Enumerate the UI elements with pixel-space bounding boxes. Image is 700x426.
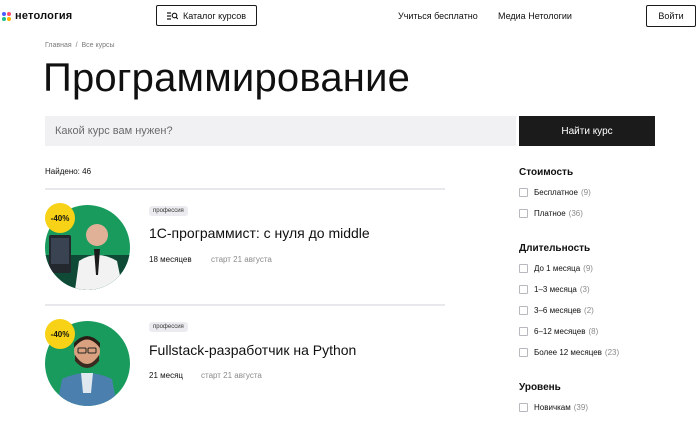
course-start: старт 21 августа	[211, 255, 272, 264]
filter-heading-level: Уровень	[519, 382, 561, 393]
filter-option-count: (3)	[579, 285, 590, 294]
filter-option-paid[interactable]: Платное (36)	[519, 209, 583, 218]
course-title[interactable]: 1С-программист: с нуля до middle	[149, 225, 370, 241]
filter-option-count: (9)	[583, 264, 593, 273]
course-duration: 18 месяцев	[149, 255, 192, 264]
filter-option-label: Платное	[534, 209, 566, 218]
catalog-button-label: Каталог курсов	[182, 10, 247, 21]
divider	[45, 188, 445, 190]
search-input[interactable]	[45, 116, 516, 146]
filter-option-beginners[interactable]: Новичкам (39)	[519, 403, 588, 412]
filter-option-count: (39)	[573, 403, 588, 412]
breadcrumb-home[interactable]: Главная	[45, 42, 72, 49]
logo-dot	[2, 16, 6, 21]
logo-mark-icon	[2, 11, 11, 21]
filter-option-count: (36)	[568, 209, 583, 218]
course-tag: профессия	[149, 322, 188, 332]
filter-list-icon	[166, 11, 178, 20]
filter-option-3-6-months[interactable]: 3–6 месяцев (2)	[519, 306, 594, 315]
results-count: Найдено: 46	[45, 167, 92, 176]
filter-option-label: Бесплатное	[534, 188, 578, 197]
course-card[interactable]: -40% профессия 1С-программист: с нуля до…	[45, 200, 445, 310]
search-button[interactable]: Найти курс	[519, 116, 655, 146]
breadcrumb-separator: /	[75, 42, 78, 49]
checkbox[interactable]	[519, 264, 528, 273]
checkbox[interactable]	[519, 209, 528, 218]
checkbox[interactable]	[519, 306, 528, 315]
nav-media[interactable]: Медиа Нетологии	[498, 11, 572, 21]
filter-option-label: Более 12 месяцев	[534, 348, 602, 357]
filter-option-label: 3–6 месяцев	[534, 306, 582, 315]
filter-option-1-3-months[interactable]: 1–3 месяца (3)	[519, 285, 590, 294]
logo-dot	[7, 11, 11, 16]
divider	[45, 304, 445, 306]
search-button-label: Найти курс	[561, 125, 613, 137]
filter-option-free[interactable]: Бесплатное (9)	[519, 188, 591, 197]
filter-option-label: 1–3 месяца	[534, 285, 577, 294]
logo-dot	[7, 16, 11, 21]
filter-heading-cost: Стоимость	[519, 167, 574, 178]
course-title[interactable]: Fullstack-разработчик на Python	[149, 342, 356, 358]
filter-option-label: До 1 месяца	[534, 264, 581, 273]
discount-badge: -40%	[45, 203, 75, 233]
logo-dot	[2, 11, 6, 16]
filter-option-6-12-months[interactable]: 6–12 месяцев (8)	[519, 327, 598, 336]
nav-free-learning[interactable]: Учиться бесплатно	[398, 11, 478, 21]
top-header: нетология Каталог курсов Учиться бесплат…	[0, 0, 700, 34]
breadcrumb: Главная / Все курсы	[45, 42, 115, 49]
login-button-label: Войти	[658, 11, 684, 21]
discount-badge: -40%	[45, 319, 75, 349]
filter-option-count: (2)	[584, 306, 594, 315]
filter-option-label: 6–12 месяцев	[534, 327, 586, 336]
filter-heading-duration: Длительность	[519, 243, 591, 254]
checkbox[interactable]	[519, 403, 528, 412]
login-button[interactable]: Войти	[646, 5, 696, 27]
course-tag: профессия	[149, 206, 188, 216]
filter-option-count: (8)	[588, 327, 599, 336]
catalog-button[interactable]: Каталог курсов	[156, 5, 257, 26]
course-card[interactable]: -40% профессия Fullstack-разработчик на …	[45, 316, 445, 426]
course-duration: 21 месяц	[149, 371, 183, 380]
checkbox[interactable]	[519, 285, 528, 294]
checkbox[interactable]	[519, 188, 528, 197]
filter-option-up-to-1-month[interactable]: До 1 месяца (9)	[519, 264, 593, 273]
filter-option-over-12-months[interactable]: Более 12 месяцев (23)	[519, 348, 619, 357]
page-title: Программирование	[43, 56, 411, 100]
logo-text: нетология	[15, 10, 73, 22]
course-start: старт 21 августа	[201, 371, 262, 380]
breadcrumb-all-courses[interactable]: Все курсы	[82, 42, 115, 49]
logo[interactable]: нетология	[2, 10, 72, 22]
filter-option-count: (23)	[604, 348, 620, 357]
filter-option-count: (9)	[580, 188, 591, 197]
checkbox[interactable]	[519, 348, 528, 357]
checkbox[interactable]	[519, 327, 528, 336]
filter-option-label: Новичкам	[534, 403, 571, 412]
